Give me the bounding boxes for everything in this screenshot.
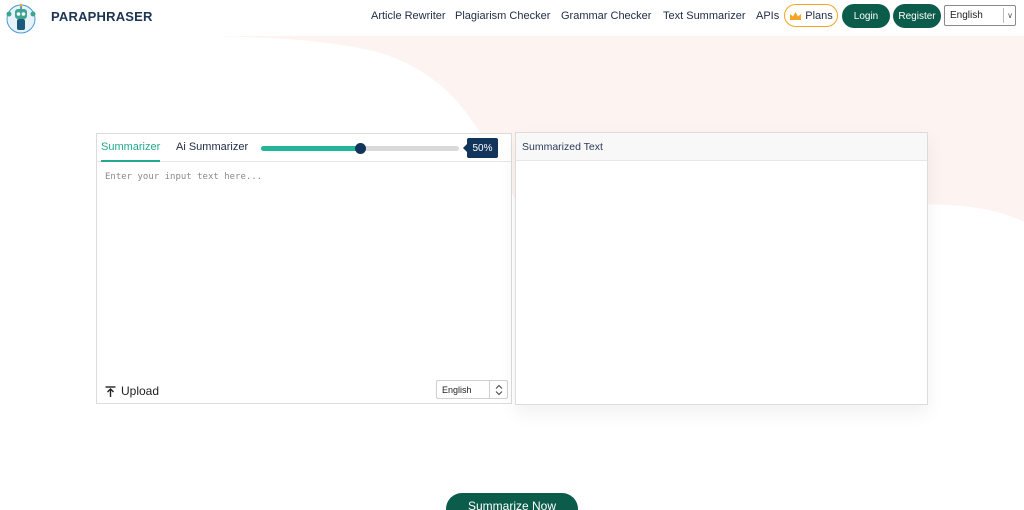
tab-bar: Summarizer Ai Summarizer 50%	[97, 134, 511, 162]
input-text-area[interactable]	[105, 172, 503, 372]
tab-summarizer[interactable]: Summarizer	[101, 141, 160, 153]
language-select-value: English	[950, 10, 983, 21]
output-header: Summarized Text	[516, 133, 927, 161]
slider-thumb[interactable]	[355, 143, 366, 154]
nav-link-apis[interactable]: APIs	[756, 10, 779, 22]
login-button[interactable]: Login	[842, 4, 890, 28]
slider-fill	[261, 146, 360, 151]
plans-button[interactable]: Plans	[784, 4, 838, 27]
top-navbar: PARAPHRASER Article Rewriter Plagiarism …	[0, 0, 1024, 36]
nav-link-text-summarizer[interactable]: Text Summarizer	[663, 10, 746, 22]
input-language-select[interactable]: English	[436, 380, 508, 399]
input-language-value: English	[442, 384, 472, 395]
nav-link-article-rewriter[interactable]: Article Rewriter	[371, 10, 446, 22]
brand-name[interactable]: PARAPHRASER	[51, 9, 153, 24]
robot-mascot-icon[interactable]	[4, 2, 38, 34]
plans-label: Plans	[805, 9, 833, 22]
chevron-down-icon: ∨	[1003, 8, 1013, 23]
output-title: Summarized Text	[522, 141, 603, 153]
crown-icon	[790, 11, 802, 20]
language-select[interactable]: English ∨	[944, 5, 1016, 26]
summary-length-slider[interactable]	[261, 143, 459, 154]
active-tab-indicator	[101, 160, 160, 162]
spinner-arrows-icon	[489, 381, 507, 398]
nav-link-grammar-checker[interactable]: Grammar Checker	[561, 10, 651, 22]
slider-value-badge: 50%	[463, 138, 498, 158]
input-panel: Summarizer Ai Summarizer 50% Upload Engl…	[96, 133, 512, 404]
upload-arrow-icon	[105, 385, 116, 397]
tab-ai-summarizer[interactable]: Ai Summarizer	[176, 141, 248, 153]
upload-button[interactable]: Upload	[105, 384, 159, 398]
upload-label: Upload	[121, 384, 160, 398]
nav-link-plagiarism-checker[interactable]: Plagiarism Checker	[455, 10, 550, 22]
register-button[interactable]: Register	[893, 4, 941, 28]
summarize-now-button[interactable]: Summarize Now	[446, 493, 578, 510]
output-panel: Summarized Text	[515, 132, 928, 405]
